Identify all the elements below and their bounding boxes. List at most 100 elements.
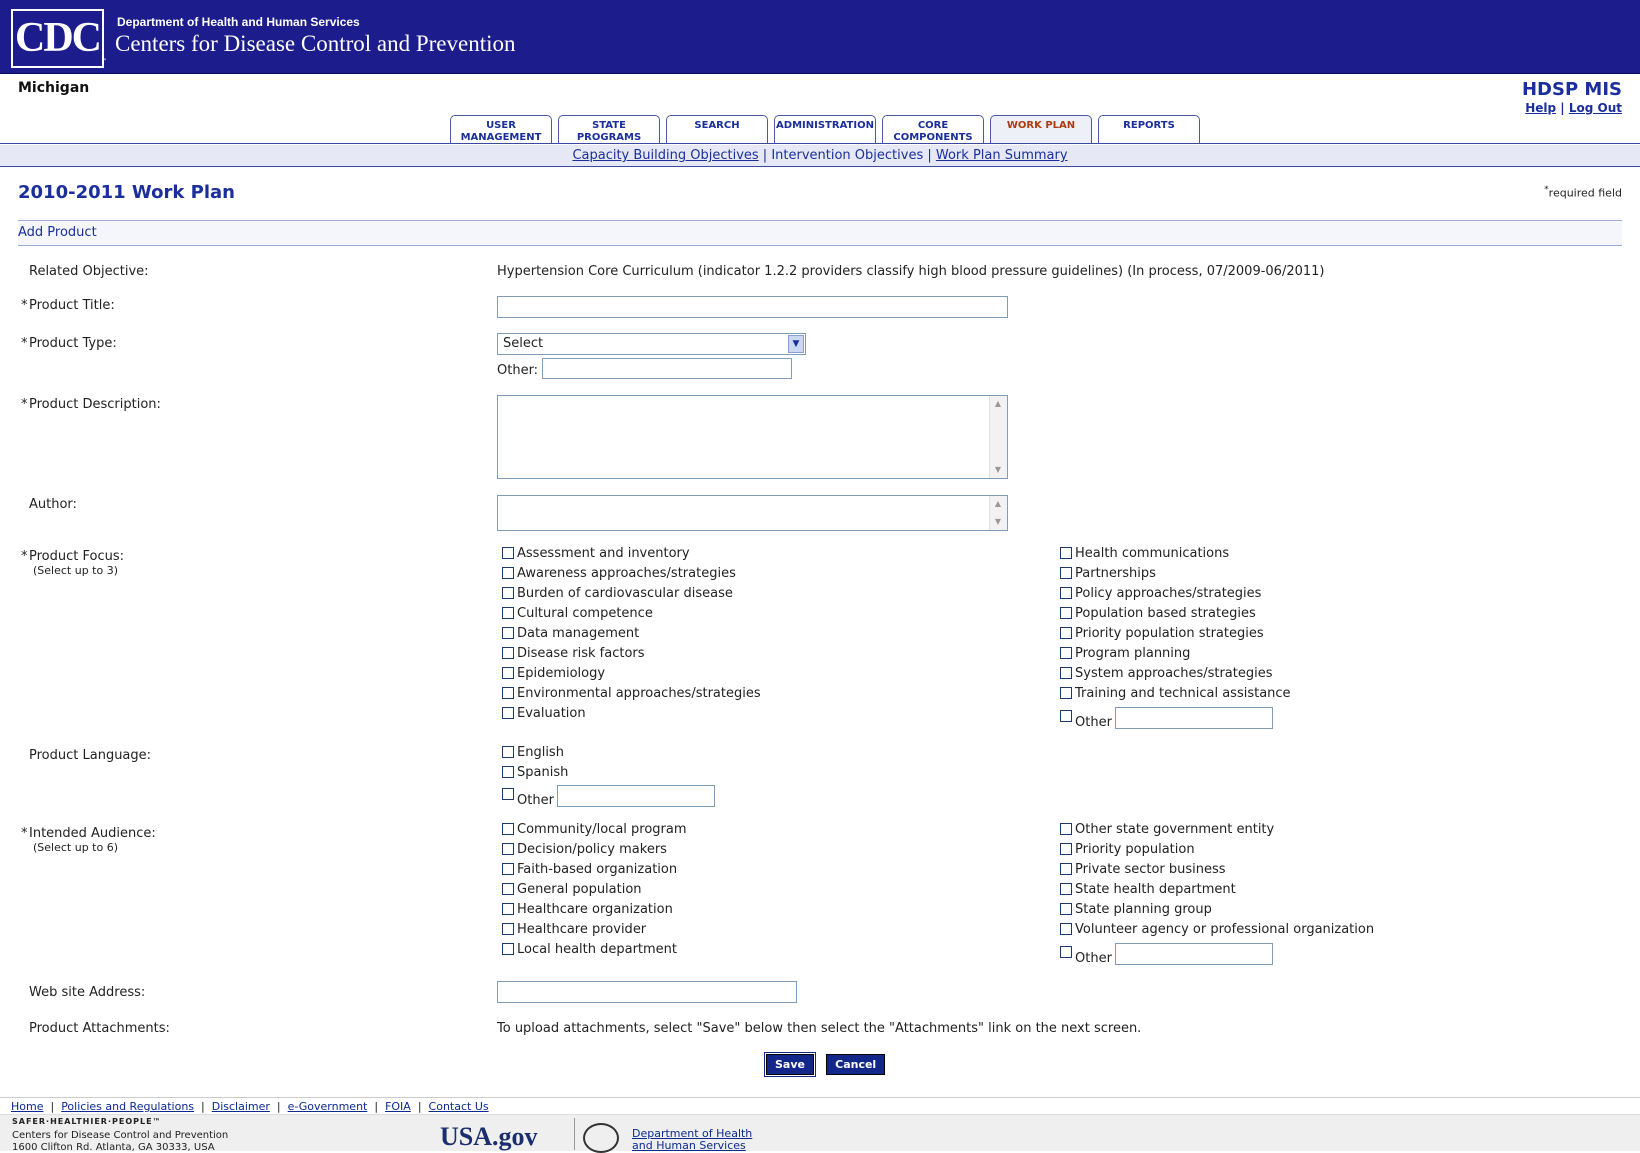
focus-option[interactable]: Health communications	[1060, 546, 1229, 561]
audience-option[interactable]: State planning group	[1060, 902, 1212, 917]
cancel-button[interactable]: Cancel	[826, 1054, 886, 1075]
save-button[interactable]: Save	[764, 1052, 816, 1077]
checkbox[interactable]	[1060, 587, 1072, 599]
audience-other-option[interactable]: Other	[1060, 946, 1112, 966]
checkbox[interactable]	[1060, 567, 1072, 579]
scroll-up-icon[interactable]: ▲	[990, 496, 1006, 512]
cdc-logo[interactable]: CDC	[11, 9, 104, 68]
checkbox[interactable]	[1060, 883, 1072, 895]
tab-core-components[interactable]: CORE COMPONENTS	[882, 115, 984, 143]
product-title-input[interactable]	[497, 296, 1008, 318]
subnav-work-plan-summary[interactable]: Work Plan Summary	[936, 148, 1068, 163]
focus-option[interactable]: Burden of cardiovascular disease	[502, 586, 733, 601]
footer-disclaimer-link[interactable]: Disclaimer	[212, 1100, 270, 1113]
checkbox[interactable]	[502, 607, 514, 619]
footer-egov-link[interactable]: e-Government	[288, 1100, 368, 1113]
subnav-intervention[interactable]: Intervention Objectives	[771, 148, 923, 163]
scroll-down-icon[interactable]: ▼	[990, 514, 1006, 530]
language-option[interactable]: English	[502, 745, 564, 760]
footer-home-link[interactable]: Home	[11, 1100, 43, 1113]
footer-contact-link[interactable]: Contact Us	[429, 1100, 489, 1113]
focus-option[interactable]: Awareness approaches/strategies	[502, 566, 736, 581]
tab-administration[interactable]: ADMINISTRATION	[774, 115, 876, 143]
audience-other-input[interactable]	[1115, 943, 1273, 965]
checkbox[interactable]	[502, 863, 514, 875]
focus-option[interactable]: Policy approaches/strategies	[1060, 586, 1261, 601]
focus-option[interactable]: Priority population strategies	[1060, 626, 1264, 641]
checkbox[interactable]	[1060, 627, 1072, 639]
footer-policies-link[interactable]: Policies and Regulations	[61, 1100, 194, 1113]
checkbox[interactable]	[1060, 843, 1072, 855]
tab-user-management[interactable]: USER MANAGEMENT	[450, 115, 552, 143]
language-other-input[interactable]	[557, 785, 715, 807]
language-other-option[interactable]: Other	[502, 788, 554, 808]
checkbox[interactable]	[502, 647, 514, 659]
checkbox[interactable]	[502, 567, 514, 579]
checkbox[interactable]	[502, 823, 514, 835]
checkbox[interactable]	[1060, 667, 1072, 679]
focus-option[interactable]: Evaluation	[502, 706, 586, 721]
checkbox[interactable]	[502, 943, 514, 955]
chevron-down-icon[interactable]: ▼	[788, 335, 804, 353]
audience-option[interactable]: Priority population	[1060, 842, 1195, 857]
checkbox[interactable]	[502, 587, 514, 599]
description-scrollbar[interactable]: ▲ ▼	[989, 396, 1007, 478]
checkbox[interactable]	[502, 746, 514, 758]
product-type-select[interactable]: Select ▼	[497, 333, 806, 355]
language-option[interactable]: Spanish	[502, 765, 568, 780]
checkbox[interactable]	[502, 667, 514, 679]
scroll-up-icon[interactable]: ▲	[990, 396, 1006, 412]
subnav-capacity-building[interactable]: Capacity Building Objectives	[572, 148, 758, 163]
audience-option[interactable]: Healthcare provider	[502, 922, 646, 937]
checkbox[interactable]	[502, 547, 514, 559]
checkbox[interactable]	[1060, 946, 1072, 958]
focus-option[interactable]: Partnerships	[1060, 566, 1156, 581]
audience-option[interactable]: General population	[502, 882, 642, 897]
checkbox[interactable]	[1060, 923, 1072, 935]
audience-option[interactable]: Decision/policy makers	[502, 842, 667, 857]
audience-option[interactable]: Faith-based organization	[502, 862, 677, 877]
audience-option[interactable]: Healthcare organization	[502, 902, 673, 917]
checkbox[interactable]	[502, 843, 514, 855]
audience-option[interactable]: State health department	[1060, 882, 1236, 897]
focus-option[interactable]: Program planning	[1060, 646, 1190, 661]
focus-option[interactable]: System approaches/strategies	[1060, 666, 1273, 681]
usagov-logo[interactable]: USA.gov	[440, 1122, 538, 1152]
checkbox[interactable]	[1060, 823, 1072, 835]
focus-other-input[interactable]	[1115, 707, 1273, 729]
footer-foia-link[interactable]: FOIA	[385, 1100, 411, 1113]
focus-option[interactable]: Population based strategies	[1060, 606, 1256, 621]
focus-option[interactable]: Environmental approaches/strategies	[502, 686, 761, 701]
focus-option[interactable]: Training and technical assistance	[1060, 686, 1291, 701]
website-input[interactable]	[497, 981, 797, 1003]
checkbox[interactable]	[1060, 687, 1072, 699]
checkbox[interactable]	[502, 883, 514, 895]
checkbox[interactable]	[502, 923, 514, 935]
product-type-other-input[interactable]	[542, 358, 792, 379]
hhs-eagle-icon[interactable]	[583, 1123, 619, 1153]
audience-option[interactable]: Private sector business	[1060, 862, 1226, 877]
hhs-link[interactable]: Department of Health and Human Services	[632, 1128, 752, 1152]
checkbox[interactable]	[1060, 547, 1072, 559]
audience-option[interactable]: Local health department	[502, 942, 677, 957]
checkbox[interactable]	[502, 707, 514, 719]
audience-option[interactable]: Volunteer agency or professional organiz…	[1060, 922, 1374, 937]
tab-reports[interactable]: REPORTS	[1098, 115, 1200, 143]
hhs-link-line2[interactable]: and Human Services	[632, 1139, 746, 1152]
tab-search[interactable]: SEARCH	[666, 115, 768, 143]
checkbox[interactable]	[1060, 647, 1072, 659]
checkbox[interactable]	[1060, 903, 1072, 915]
logout-link[interactable]: Log Out	[1569, 101, 1622, 115]
audience-option[interactable]: Other state government entity	[1060, 822, 1274, 837]
focus-other-option[interactable]: Other	[1060, 710, 1112, 730]
audience-option[interactable]: Community/local program	[502, 822, 687, 837]
checkbox[interactable]	[502, 687, 514, 699]
checkbox[interactable]	[502, 627, 514, 639]
tab-work-plan[interactable]: WORK PLAN	[990, 115, 1092, 143]
scroll-down-icon[interactable]: ▼	[990, 462, 1006, 478]
author-scrollbar[interactable]: ▲ ▼	[989, 496, 1007, 530]
checkbox[interactable]	[502, 766, 514, 778]
checkbox[interactable]	[1060, 607, 1072, 619]
tab-state-programs[interactable]: STATE PROGRAMS	[558, 115, 660, 143]
focus-option[interactable]: Epidemiology	[502, 666, 605, 681]
